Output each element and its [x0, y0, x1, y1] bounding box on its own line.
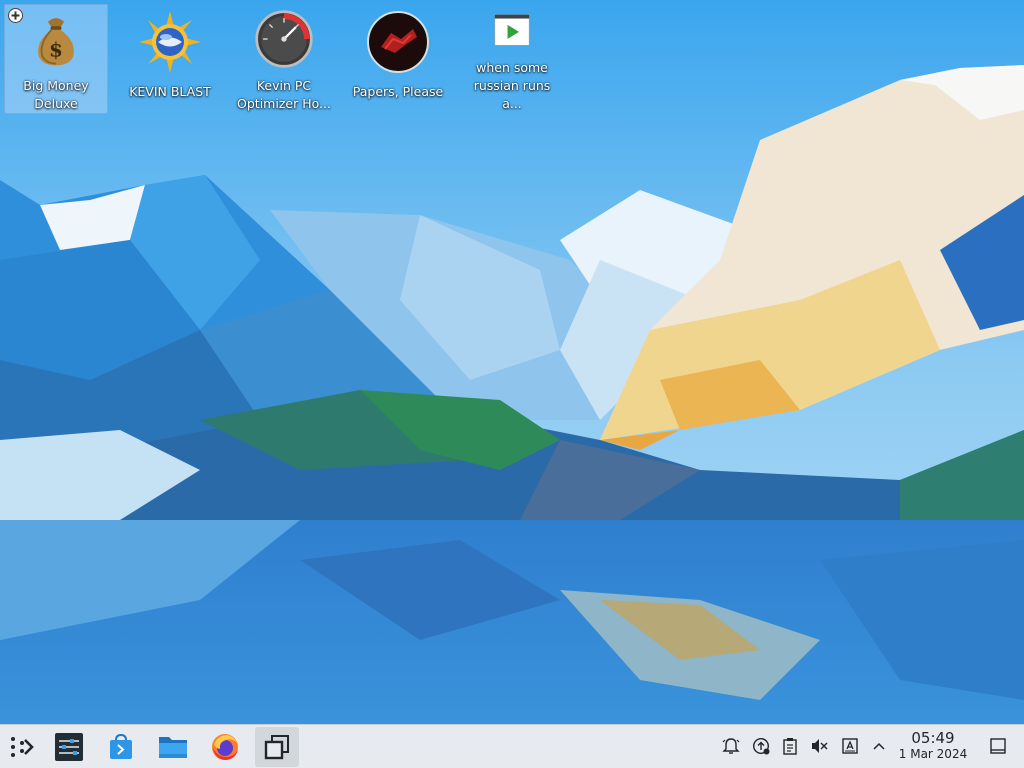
updates-button[interactable]: [750, 735, 772, 757]
sun-globe-icon: [139, 11, 201, 73]
clock-date: 1 Mar 2024: [898, 747, 968, 761]
file-manager-button[interactable]: [151, 727, 195, 767]
window-switcher-icon: [264, 735, 289, 760]
show-desktop-button[interactable]: [987, 735, 1009, 757]
desktop-icon-label: Kevin PC Optimizer Ho...: [237, 78, 331, 111]
window-switcher-button[interactable]: [255, 727, 299, 767]
app-launcher-button[interactable]: [0, 727, 44, 767]
discover-store-button[interactable]: [99, 727, 143, 767]
papers-please-icon: [367, 11, 429, 73]
video-file-icon: [494, 14, 530, 46]
keyboard-layout-icon: [842, 738, 858, 754]
system-settings-icon: [55, 733, 83, 761]
digital-clock[interactable]: 05:49 1 Mar 2024: [892, 730, 974, 764]
notifications-button[interactable]: [720, 735, 742, 757]
keyboard-layout-button[interactable]: [839, 735, 861, 757]
plus-icon[interactable]: [8, 8, 23, 23]
clipboard-button[interactable]: [779, 735, 801, 757]
show-desktop-icon: [990, 738, 1006, 754]
taskbar: 05:49 1 Mar 2024: [0, 724, 1024, 768]
clock-time: 05:49: [911, 729, 955, 747]
desktop-icon-label: KEVIN BLAST: [129, 84, 211, 99]
desktop-icon-kevin-blast[interactable]: KEVIN BLAST: [118, 4, 222, 114]
tray-expand-button[interactable]: [868, 735, 890, 757]
money-bag-icon: $: [38, 18, 74, 66]
svg-text:$: $: [49, 37, 63, 61]
notifications-bell-icon: [722, 738, 740, 754]
updates-icon: [752, 737, 770, 755]
app-launcher-icon: [11, 737, 34, 757]
desktop-icon-papers-please[interactable]: Papers, Please: [346, 4, 450, 114]
firefox-icon: [212, 734, 238, 760]
volume-muted-icon: [812, 739, 828, 753]
desktop-icon-label: when some russian runs a...: [473, 60, 551, 111]
clipboard-icon: [783, 738, 797, 755]
desktop-icon-label: Big Money Deluxe: [23, 78, 89, 111]
volume-button[interactable]: [808, 735, 830, 757]
desktop-icon-label: Papers, Please: [352, 84, 444, 99]
system-settings-button[interactable]: [47, 727, 91, 767]
discover-store-icon: [110, 733, 132, 759]
tray-expand-chevron-icon: [873, 742, 885, 750]
file-manager-icon: [159, 737, 187, 758]
speedometer-icon: [255, 10, 313, 68]
firefox-button[interactable]: [203, 727, 247, 767]
desktop-icon-video-file[interactable]: when some russian runs a...: [460, 4, 564, 114]
desktop-icon-big-money-deluxe[interactable]: $ Big Money Deluxe: [4, 4, 108, 114]
desktop-icon-kevin-pc-optimizer[interactable]: Kevin PC Optimizer Ho...: [232, 4, 336, 114]
